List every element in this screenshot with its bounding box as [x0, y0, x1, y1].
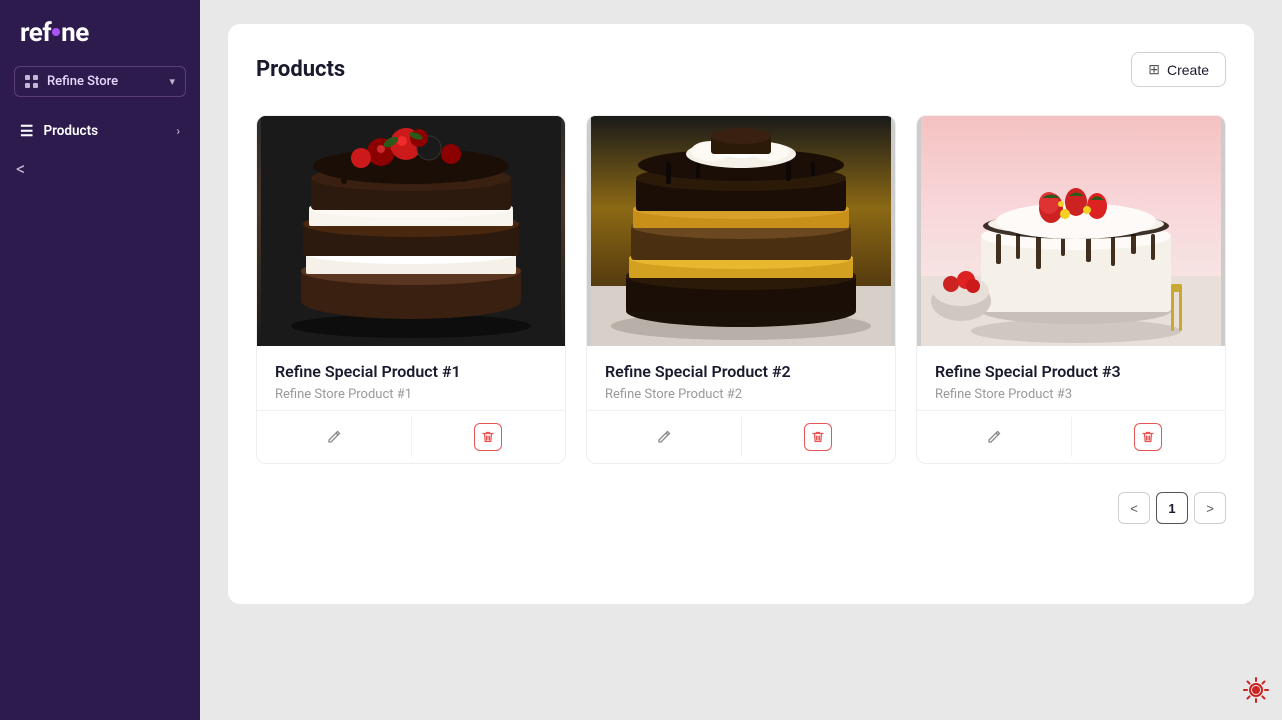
product-name-1: Refine Special Product #1 — [275, 362, 547, 381]
prev-page-button[interactable]: < — [1118, 492, 1150, 524]
delete-icon-wrapper-1 — [474, 423, 502, 451]
page-title: Products — [256, 57, 345, 82]
delete-button-3[interactable] — [1072, 411, 1226, 463]
content-area: Products ⊞ Create — [200, 0, 1282, 720]
back-arrow-icon[interactable]: < — [16, 159, 25, 180]
product-subtitle-2: Refine Store Product #2 — [605, 387, 877, 402]
sidebar-bottom-bar: < — [0, 149, 200, 190]
edit-button-3[interactable] — [917, 417, 1072, 457]
product-info-1: Refine Special Product #1 Refine Store P… — [257, 346, 565, 411]
chevron-down-icon: ▾ — [169, 75, 175, 88]
product-image-3 — [917, 116, 1225, 346]
settings-icon-wrapper[interactable] — [1242, 676, 1270, 708]
delete-icon-wrapper-2 — [804, 423, 832, 451]
store-selector[interactable]: Refine Store ▾ — [14, 66, 186, 97]
page-header: Products ⊞ Create — [256, 52, 1226, 87]
create-button-label: Create — [1167, 62, 1209, 78]
create-button[interactable]: ⊞ Create — [1131, 52, 1226, 87]
product-card-1: Refine Special Product #1 Refine Store P… — [256, 115, 566, 464]
product-image-1 — [257, 116, 565, 346]
next-icon: > — [1206, 501, 1214, 516]
product-info-3: Refine Special Product #3 Refine Store P… — [917, 346, 1225, 411]
trash-icon-1 — [481, 430, 495, 444]
product-name-3: Refine Special Product #3 — [935, 362, 1207, 381]
product-card-2: Refine Special Product #2 Refine Store P… — [586, 115, 896, 464]
delete-icon-wrapper-3 — [1134, 423, 1162, 451]
cake-illustration-2 — [587, 116, 895, 346]
main-content: Products ⊞ Create — [200, 0, 1282, 720]
edit-icon-2 — [656, 429, 672, 445]
next-page-button[interactable]: > — [1194, 492, 1226, 524]
prev-icon: < — [1130, 501, 1138, 516]
product-info-2: Refine Special Product #2 Refine Store P… — [587, 346, 895, 411]
delete-button-1[interactable] — [412, 411, 566, 463]
edit-icon-1 — [326, 429, 342, 445]
edit-icon-3 — [986, 429, 1002, 445]
cake-illustration-1 — [257, 116, 565, 346]
sidebar: refne Refine Store ▾ ☰ Products › < — [0, 0, 200, 720]
sidebar-item-products[interactable]: ☰ Products › — [8, 113, 192, 149]
logo-dot — [52, 28, 60, 36]
pagination: < 1 > — [256, 492, 1226, 524]
trash-icon-2 — [811, 430, 825, 444]
product-image-2 — [587, 116, 895, 346]
plus-square-icon: ⊞ — [1148, 61, 1160, 78]
grid-icon — [25, 75, 39, 89]
sidebar-item-label: Products — [43, 123, 98, 139]
logo-text: refne — [20, 18, 89, 48]
logo-area: refne — [0, 0, 200, 62]
product-card-3: Refine Special Product #3 Refine Store P… — [916, 115, 1226, 464]
store-selector-label: Refine Store — [47, 74, 161, 89]
product-actions-2 — [587, 411, 895, 463]
product-subtitle-3: Refine Store Product #3 — [935, 387, 1207, 402]
trash-icon-3 — [1141, 430, 1155, 444]
page-number: 1 — [1168, 501, 1175, 516]
gear-icon — [1242, 676, 1270, 704]
current-page-button[interactable]: 1 — [1156, 492, 1188, 524]
edit-button-1[interactable] — [257, 417, 412, 457]
product-subtitle-1: Refine Store Product #1 — [275, 387, 547, 402]
sidebar-nav: ☰ Products › — [0, 113, 200, 149]
product-name-2: Refine Special Product #2 — [605, 362, 877, 381]
product-actions-3 — [917, 411, 1225, 463]
list-icon: ☰ — [20, 122, 33, 140]
content-card: Products ⊞ Create — [228, 24, 1254, 604]
cake-illustration-3 — [917, 116, 1225, 346]
product-grid: Refine Special Product #1 Refine Store P… — [256, 115, 1226, 464]
edit-button-2[interactable] — [587, 417, 742, 457]
chevron-right-icon: › — [176, 124, 180, 138]
delete-button-2[interactable] — [742, 411, 896, 463]
product-actions-1 — [257, 411, 565, 463]
